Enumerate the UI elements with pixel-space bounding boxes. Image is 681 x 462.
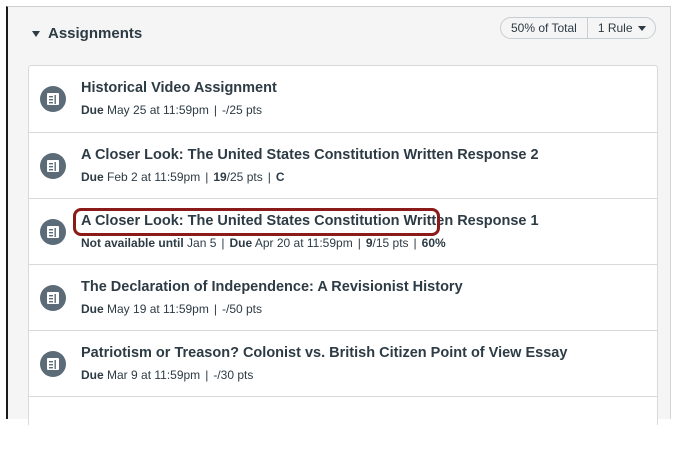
group-rules-button[interactable]: 1 Rule: [588, 21, 646, 35]
assignment-title-link[interactable]: Historical Video Assignment: [81, 80, 277, 96]
due-date: May 19 at 11:59pm: [107, 302, 209, 316]
caret-down-icon[interactable]: [32, 31, 40, 37]
assignment-meta: Due Feb 2 at 11:59pm | 19/25 pts | C: [81, 170, 285, 184]
due-date: Feb 2 at 11:59pm: [107, 170, 201, 184]
grade: C: [275, 170, 285, 184]
assignment-title-link[interactable]: Patriotism or Treason? Colonist vs. Brit…: [81, 345, 567, 361]
due-label: Due: [81, 368, 104, 382]
due-label: Due: [81, 170, 104, 184]
highlight-callout: [73, 208, 440, 236]
list-item[interactable]: [29, 396, 657, 462]
chevron-down-icon: [637, 25, 646, 31]
list-item[interactable]: Patriotism or Treason? Colonist vs. Brit…: [29, 330, 657, 396]
due-label: Due: [229, 236, 253, 250]
score: -/25 pts: [221, 103, 263, 117]
score-total: /15 pts: [372, 236, 409, 250]
due-date: May 25 at 11:59pm: [107, 103, 209, 117]
assignment-meta: Due May 25 at 11:59pm | -/25 pts: [81, 103, 263, 117]
list-item[interactable]: Historical Video Assignment Due May 25 a…: [29, 66, 657, 132]
assignment-icon: [40, 219, 66, 245]
assignment-group-header[interactable]: Assignments 50% of Total 1 Rule: [8, 7, 670, 57]
group-weight-label: 50% of Total: [501, 18, 588, 38]
assignment-icon: [40, 285, 66, 311]
assignment-group: Assignments 50% of Total 1 Rule Historic…: [6, 6, 671, 425]
availability-date: Jan 5: [187, 236, 217, 250]
list-item[interactable]: The Declaration of Independence: A Revis…: [29, 264, 657, 330]
grade: 60%: [421, 236, 446, 250]
assignment-icon: [40, 351, 66, 377]
score: -/30 pts: [213, 368, 254, 382]
due-date: Mar 9 at 11:59pm: [107, 368, 201, 382]
due-date: Apr 20 at 11:59pm: [254, 236, 353, 250]
score: -/50 pts: [221, 302, 263, 316]
score-total: /25 pts: [226, 170, 263, 184]
availability-label: Not available until: [81, 236, 184, 250]
assignment-title-link[interactable]: A Closer Look: The United States Constit…: [81, 147, 539, 163]
score-earned: 19: [213, 170, 227, 184]
group-info-pill: 50% of Total 1 Rule: [500, 17, 656, 39]
assignment-icon: [40, 86, 66, 112]
assignment-title-link[interactable]: The Declaration of Independence: A Revis…: [81, 279, 463, 295]
group-rules-label: 1 Rule: [597, 21, 633, 35]
assignment-meta: Due Mar 9 at 11:59pm | -/30 pts: [81, 368, 254, 382]
score-earned: 9: [365, 236, 373, 250]
list-item[interactable]: A Closer Look: The United States Constit…: [29, 132, 657, 198]
assignment-meta: Not available until Jan 5 | Due Apr 20 at …: [81, 236, 446, 250]
due-label: Due: [81, 103, 104, 117]
assignment-meta: Due May 19 at 11:59pm | -/50 pts: [81, 302, 263, 316]
group-title[interactable]: Assignments: [48, 25, 142, 42]
assignment-list: Historical Video Assignment Due May 25 a…: [28, 65, 658, 425]
assignment-icon: [40, 153, 66, 179]
due-label: Due: [81, 302, 104, 316]
